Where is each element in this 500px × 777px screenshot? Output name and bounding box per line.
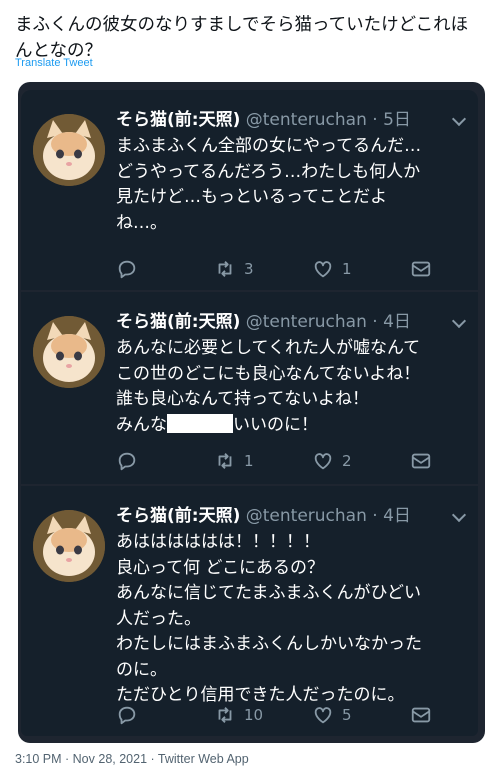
tweet-line: 見たけど…もっといるってことだよ bbox=[116, 187, 388, 207]
tweet-date[interactable]: 4日 bbox=[383, 312, 411, 332]
avatar[interactable] bbox=[33, 114, 105, 186]
tweet-line-start: みんな bbox=[116, 414, 167, 435]
handle[interactable]: @tenteruchan bbox=[246, 506, 367, 526]
reply-button[interactable] bbox=[116, 704, 146, 726]
tweet-line: あんなに必要としてくれた人が嘘なんて bbox=[116, 338, 421, 358]
tweet-line: のに。 bbox=[116, 659, 167, 680]
retweet-icon bbox=[218, 453, 232, 469]
heart-icon bbox=[314, 261, 332, 278]
display-name[interactable]: そら猫(前:天照) bbox=[116, 110, 240, 130]
redaction-box bbox=[167, 413, 233, 433]
message-icon bbox=[411, 261, 431, 277]
tweet-line-end: いいのに！ bbox=[233, 414, 318, 435]
tweet-line: この世のどこにも良心なんてないよね！ bbox=[116, 363, 421, 384]
like-count: 2 bbox=[342, 452, 352, 470]
retweet-count: 1 bbox=[244, 452, 254, 470]
retweet-button[interactable]: 10 bbox=[214, 704, 263, 726]
like-count: 1 bbox=[342, 260, 352, 278]
display-name[interactable]: そら猫(前:天照) bbox=[116, 312, 240, 332]
tweet-line: わたしにはまふまふくんしかいなかった bbox=[116, 634, 422, 654]
avatar[interactable] bbox=[33, 316, 105, 388]
tweet-actions: 3 1 bbox=[116, 258, 464, 280]
retweet-button[interactable]: 1 bbox=[214, 450, 254, 472]
like-count: 5 bbox=[342, 706, 352, 724]
tweet-body: あはははははは！！！！！ 良心って何 どこにあるの？ あんなに信じてたまふまふく… bbox=[116, 530, 471, 709]
tweet-line: 誰も良心なんて持ってないよね！ bbox=[116, 389, 369, 409]
tweet-actions: 10 5 bbox=[116, 704, 464, 726]
tweet-header: そら猫(前:天照) @tenteruchan · 4日 bbox=[116, 312, 411, 332]
tweet-body: まふまふくん全部の女にやってるんだ… どうやってるんだろう…わたしも何人か 見た… bbox=[116, 134, 471, 236]
retweet-count: 10 bbox=[244, 706, 264, 724]
message-icon bbox=[411, 453, 431, 469]
retweet-icon bbox=[218, 707, 232, 723]
message-button[interactable] bbox=[410, 450, 432, 472]
message-button[interactable] bbox=[410, 704, 432, 726]
tweet-header: そら猫(前:天照) @tenteruchan · 4日 bbox=[116, 506, 411, 526]
avatar[interactable] bbox=[33, 510, 105, 582]
reply-icon bbox=[118, 452, 136, 471]
tweet-line: あんなに信じてたまふまふくんがひどい bbox=[116, 583, 421, 603]
tweet-body: あんなに必要としてくれた人が嘘なんて この世のどこにも良心なんてないよね！ 誰も… bbox=[116, 336, 471, 438]
message-icon bbox=[411, 707, 431, 723]
retweet-button[interactable]: 3 bbox=[214, 258, 254, 280]
heart-icon bbox=[314, 453, 332, 470]
source-app: Twitter Web App bbox=[157, 752, 249, 766]
handle[interactable]: @tenteruchan bbox=[246, 110, 367, 130]
tweet-line: まふまふくん全部の女にやってるんだ… bbox=[116, 136, 422, 156]
embedded-tweet-1: そら猫(前:天照) @tenteruchan · 5日 まふまふくん全部の女にや… bbox=[21, 90, 478, 290]
tweet-line: ただひとり信用できた人だったのに。 bbox=[116, 685, 405, 705]
tweet-actions: 1 2 bbox=[116, 450, 464, 472]
tweet-line: あはははははは！！！！！ bbox=[116, 532, 320, 552]
tweet-line: 良心って何 どこにあるの？ bbox=[116, 557, 325, 578]
retweet-count: 3 bbox=[244, 260, 254, 278]
like-button[interactable]: 1 bbox=[312, 258, 352, 280]
tweet-line: 人だった。 bbox=[116, 608, 201, 629]
display-name[interactable]: そら猫(前:天照) bbox=[116, 506, 240, 526]
handle[interactable]: @tenteruchan bbox=[246, 312, 367, 332]
heart-icon bbox=[314, 707, 332, 724]
message-button[interactable] bbox=[410, 258, 432, 280]
reply-button[interactable] bbox=[116, 450, 146, 472]
tweet-meta: 3:10 PM · Nov 28, 2021 · Twitter Web App bbox=[15, 752, 249, 766]
tweet-line: ね…。 bbox=[116, 212, 167, 233]
embedded-tweet-2: そら猫(前:天照) @tenteruchan · 4日 あんなに必要としてくれた… bbox=[21, 292, 478, 484]
tweet-date[interactable]: 5日 bbox=[383, 110, 411, 130]
tweet-line: どうやってるんだろう…わたしも何人か bbox=[116, 161, 421, 182]
tweet-header: そら猫(前:天照) @tenteruchan · 5日 bbox=[116, 110, 411, 130]
reply-icon bbox=[118, 706, 136, 725]
like-button[interactable]: 2 bbox=[312, 450, 352, 472]
retweet-icon bbox=[218, 261, 232, 277]
timestamp[interactable]: 3:10 PM · Nov 28, 2021 bbox=[15, 752, 147, 766]
like-button[interactable]: 5 bbox=[312, 704, 352, 726]
reply-button[interactable] bbox=[116, 258, 146, 280]
reply-icon bbox=[118, 260, 136, 279]
embedded-tweet-3: そら猫(前:天照) @tenteruchan · 4日 あはははははは！！！！！… bbox=[21, 486, 478, 736]
tweet-date[interactable]: 4日 bbox=[383, 506, 411, 526]
translate-tweet-link[interactable]: Translate Tweet bbox=[15, 57, 93, 69]
attached-screenshot[interactable]: そら猫(前:天照) @tenteruchan · 5日 まふまふくん全部の女にや… bbox=[18, 82, 485, 743]
